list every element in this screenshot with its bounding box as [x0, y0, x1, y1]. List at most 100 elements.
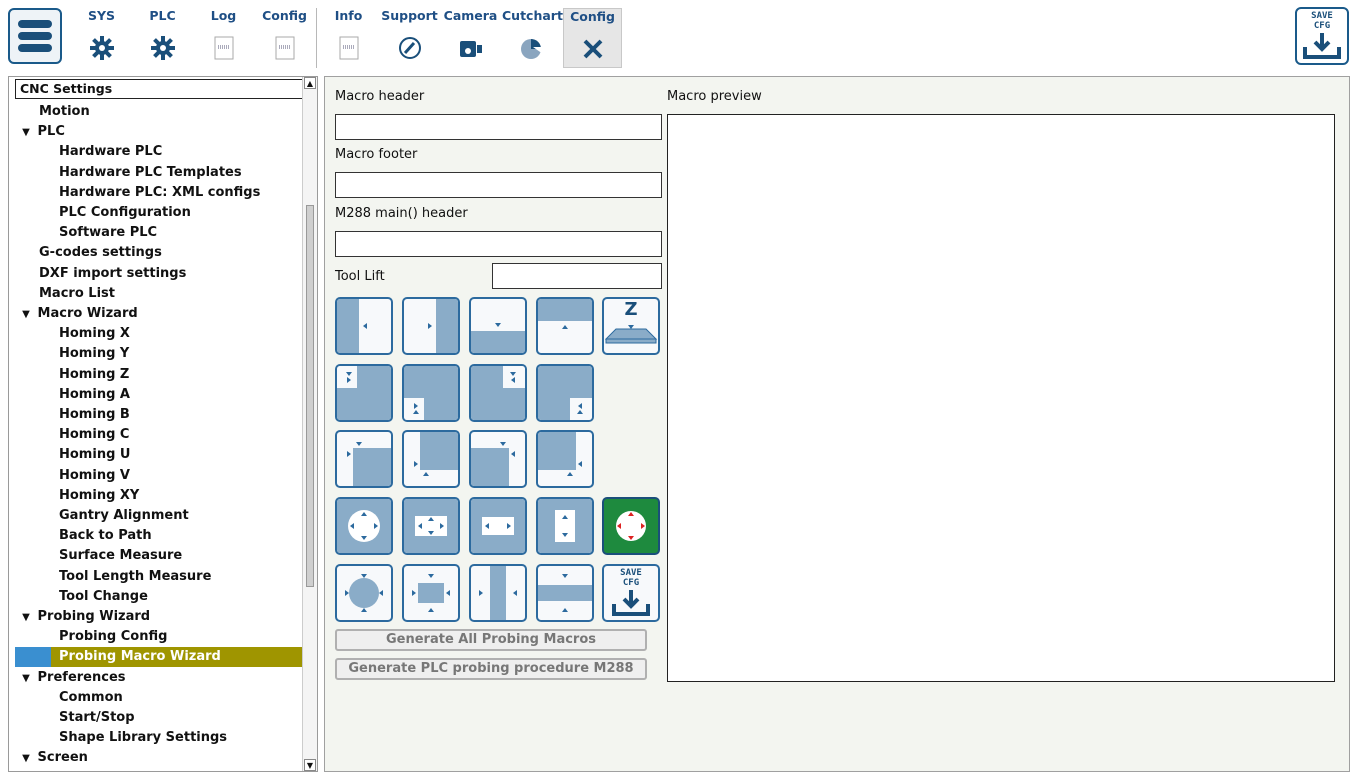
tree-item-plc-configuration[interactable]: PLC Configuration: [9, 203, 317, 223]
tree-item-macro-list[interactable]: Macro List: [9, 284, 317, 304]
tree-item-homing-z[interactable]: Homing Z: [9, 365, 317, 385]
tree-item-motion[interactable]: Motion: [9, 102, 317, 122]
tree-item-label: Probing Config: [59, 629, 168, 645]
probe-slot-y-button[interactable]: [536, 497, 594, 555]
probe-web-y-button[interactable]: [536, 564, 594, 622]
gear-icon: [88, 34, 116, 62]
probe-outer-corner-br-button[interactable]: [536, 364, 594, 422]
macro-preview-area[interactable]: [667, 114, 1335, 682]
tree-item-g-codes-settings[interactable]: G-codes settings: [9, 243, 317, 263]
generate-all-probing-macros-button[interactable]: Generate All Probing Macros: [335, 629, 647, 651]
tree-item-preferences[interactable]: ▼ Preferences: [9, 668, 311, 688]
tree-item-start-stop[interactable]: Start/Stop: [9, 708, 317, 728]
tree-item-label: Homing Y: [59, 346, 130, 362]
save-config-button[interactable]: SAVE CFG: [1295, 7, 1349, 65]
probe-hole-center-button[interactable]: [335, 497, 393, 555]
tab-support[interactable]: Support: [380, 8, 439, 68]
scroll-up-icon[interactable]: ▲: [304, 77, 316, 89]
probe-run-active-button[interactable]: [602, 497, 660, 555]
macro-footer-input[interactable]: [335, 172, 662, 198]
probe-inner-corner-tr-button[interactable]: [469, 430, 527, 488]
probe-block-center-button[interactable]: [402, 564, 460, 622]
tab-config-tools[interactable]: Config: [563, 8, 622, 68]
tree-item-hardware-plc[interactable]: Hardware PLC: [9, 142, 317, 162]
tree-item-label: G-codes settings: [39, 245, 162, 261]
probe-y-minus-button[interactable]: [469, 297, 527, 355]
scroll-down-icon[interactable]: ▼: [304, 759, 316, 771]
tree-item-homing-u[interactable]: Homing U: [9, 445, 317, 465]
probe-outer-corner-tr-button[interactable]: [469, 364, 527, 422]
tree-header[interactable]: CNC Settings: [15, 79, 309, 99]
expand-arrow-icon[interactable]: ▼: [19, 749, 33, 769]
tab-plc[interactable]: PLC: [133, 8, 192, 68]
probe-slot-x-button[interactable]: [469, 497, 527, 555]
tree-item-screen[interactable]: ▼ Screen: [9, 748, 311, 768]
tree-item-homing-y[interactable]: Homing Y: [9, 344, 317, 364]
tree-item-homing-c[interactable]: Homing C: [9, 425, 317, 445]
menu-icon: [18, 20, 52, 28]
probe-boss-center-button[interactable]: [335, 564, 393, 622]
tab-sys[interactable]: SYS: [72, 8, 131, 68]
tree-item-homing-v[interactable]: Homing V: [9, 466, 317, 486]
tree-item-hardware-plc-xml-configs[interactable]: Hardware PLC: XML configs: [9, 183, 317, 203]
probe-inner-corner-bl-button[interactable]: [402, 430, 460, 488]
m288-header-input[interactable]: [335, 231, 662, 257]
tool-lift-input[interactable]: [492, 263, 662, 289]
tree-item-dxf-import-settings[interactable]: DXF import settings: [9, 264, 317, 284]
tree-item-macro-wizard[interactable]: ▼ Macro Wizard: [9, 304, 311, 324]
expand-arrow-icon[interactable]: ▼: [19, 305, 33, 325]
probe-outer-corner-tl-button[interactable]: [335, 364, 393, 422]
tree-scrollbar[interactable]: ▲ ▼: [302, 77, 317, 771]
tree-item-label: Homing B: [59, 407, 130, 422]
probe-x-minus-button[interactable]: [335, 297, 393, 355]
tree-item-homing-b[interactable]: Homing B: [9, 405, 317, 425]
probe-web-x-button[interactable]: [469, 564, 527, 622]
tree-item-homing-a[interactable]: Homing A: [9, 385, 317, 405]
tree-item-shape-library-settings[interactable]: Shape Library Settings: [9, 728, 317, 748]
probe-z-surface-button[interactable]: Z: [602, 297, 660, 355]
tool-lift-label: Tool Lift: [335, 269, 385, 284]
probe-x-plus-button[interactable]: [402, 297, 460, 355]
tree-item-gantry-alignment[interactable]: Gantry Alignment: [9, 506, 317, 526]
tab-config[interactable]: Config: [255, 8, 314, 68]
probe-outer-corner-bl-button[interactable]: [402, 364, 460, 422]
tree-item-plc[interactable]: ▼ PLC: [9, 122, 311, 142]
tab-log[interactable]: Log: [194, 8, 253, 68]
tree-item-probing-wizard[interactable]: ▼ Probing Wizard: [9, 607, 311, 627]
tab-info[interactable]: Info: [319, 8, 378, 68]
probe-shape-icon: [538, 499, 592, 553]
probe-shape-icon: [471, 323, 525, 353]
scroll-thumb[interactable]: [306, 205, 314, 587]
probe-inner-corner-tl-button[interactable]: [335, 430, 393, 488]
probe-pocket-center-button[interactable]: [402, 497, 460, 555]
tree-item-probing-config[interactable]: Probing Config: [9, 627, 317, 647]
tree-item-homing-xy[interactable]: Homing XY: [9, 486, 317, 506]
tree-item-label: Tool Change: [59, 588, 148, 604]
expand-arrow-icon[interactable]: ▼: [19, 669, 33, 689]
tree-item-probing-macro-wizard[interactable]: Probing Macro Wizard: [51, 647, 309, 668]
tree-item-label: Homing V: [59, 467, 130, 483]
probe-y-plus-button[interactable]: [536, 297, 594, 355]
tab-cutchart[interactable]: Cutchart: [502, 8, 563, 68]
expand-arrow-icon[interactable]: ▼: [19, 123, 33, 143]
tree-item-hardware-plc-templates[interactable]: Hardware PLC Templates: [9, 163, 317, 183]
probe-shape-icon: [538, 574, 592, 612]
main-menu-button[interactable]: [8, 8, 62, 64]
download-icon: [1303, 33, 1341, 59]
macro-header-input[interactable]: [335, 114, 662, 140]
tree-item-tool-length-measure[interactable]: Tool Length Measure: [9, 567, 317, 587]
probe-shape-icon: [538, 366, 592, 420]
tree-item-back-to-path[interactable]: Back to Path: [9, 526, 317, 546]
tree-item-homing-x[interactable]: Homing X: [9, 324, 317, 344]
expand-arrow-icon[interactable]: ▼: [19, 608, 33, 628]
tree-item-tool-change[interactable]: Tool Change: [9, 587, 317, 607]
probe-inner-corner-br-button[interactable]: [536, 430, 594, 488]
generate-plc-probing-button[interactable]: Generate PLC probing procedure M288: [335, 658, 647, 680]
tree-item-label: Hardware PLC: XML configs: [59, 184, 261, 200]
tree-item-surface-measure[interactable]: Surface Measure: [9, 546, 317, 566]
probe-save-config-button[interactable]: SAVE CFG: [602, 564, 660, 622]
tree-item-common[interactable]: Common: [9, 688, 317, 708]
tab-camera[interactable]: Camera: [441, 8, 500, 68]
tree-item-software-plc[interactable]: Software PLC: [9, 223, 317, 243]
tree-item-label: Macro List: [39, 285, 115, 301]
